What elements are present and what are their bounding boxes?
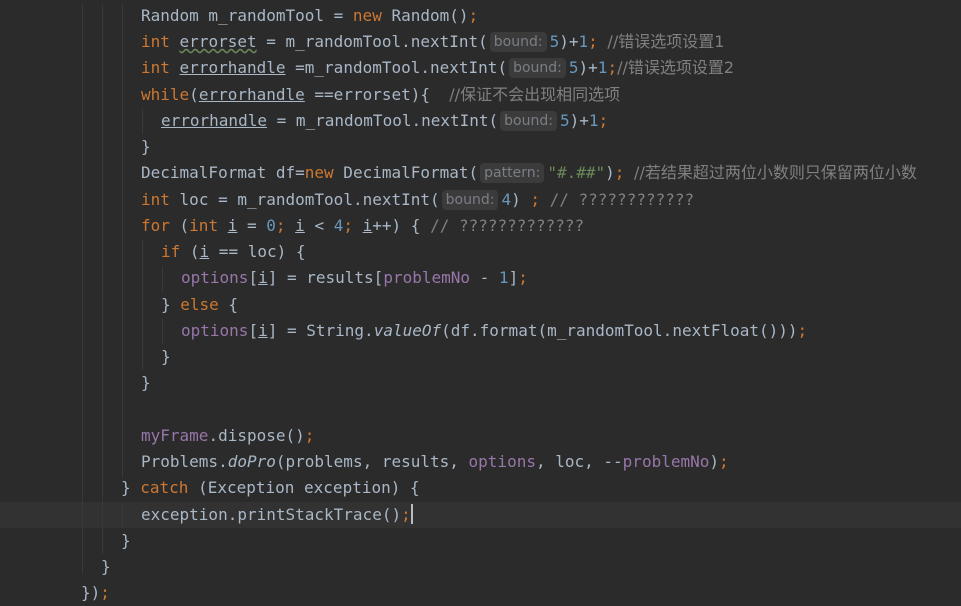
code-line[interactable]: DecimalFormat df=new DecimalFormat(patte… — [141, 160, 917, 186]
code-line[interactable]: } — [161, 344, 171, 370]
indent-guide — [162, 318, 163, 344]
code-line[interactable]: options[i] = results[problemNo - 1]; — [181, 265, 528, 291]
code-line[interactable]: } — [101, 554, 111, 580]
indent-guide — [122, 4, 123, 478]
code-line[interactable]: exception.printStackTrace(); — [141, 502, 413, 528]
parameter-hint: bound: — [441, 190, 499, 210]
code-line[interactable]: } else { — [161, 292, 238, 318]
code-line[interactable]: int errorset = m_randomTool.nextInt(boun… — [141, 29, 724, 55]
code-line[interactable]: errorhandle = m_randomTool.nextInt(bound… — [161, 108, 608, 134]
code-line[interactable]: while(errorhandle ==errorset){ //保证不会出现相… — [141, 82, 620, 108]
code-line[interactable]: Problems.doPro(problems, results, option… — [141, 449, 729, 475]
code-line[interactable]: } — [121, 528, 131, 554]
parameter-hint: bound: — [509, 58, 566, 78]
text-caret — [410, 504, 413, 524]
code-line[interactable]: } — [141, 370, 151, 396]
code-line[interactable]: } — [141, 134, 151, 160]
code-editor[interactable]: Random m_randomTool = new Random(); int … — [0, 0, 961, 605]
parameter-hint: bound: — [500, 111, 557, 131]
code-line[interactable]: options[i] = String.valueOf(df.format(m_… — [181, 318, 807, 344]
parameter-hint: bound: — [489, 32, 547, 52]
code-line[interactable]: if (i == loc) { — [161, 239, 306, 265]
parameter-hint: pattern: — [480, 163, 545, 183]
code-line[interactable]: } catch (Exception exception) { — [121, 475, 420, 501]
code-line[interactable]: myFrame.dispose(); — [141, 423, 314, 449]
indent-guide — [82, 4, 83, 574]
code-line[interactable]: Random m_randomTool = new Random(); — [141, 3, 478, 29]
code-line[interactable]: }); — [81, 580, 110, 606]
indent-guide — [162, 266, 163, 292]
indent-guide — [142, 240, 143, 370]
code-line[interactable]: for (int i = 0; i < 4; i++) { // ???????… — [141, 213, 584, 239]
indent-guide — [102, 4, 103, 554]
indent-guide — [142, 108, 143, 134]
indent-guide — [122, 502, 123, 528]
code-line[interactable]: int loc = m_randomTool.nextInt(bound: 4) … — [141, 187, 694, 213]
code-line[interactable]: int errorhandle =m_randomTool.nextInt(bo… — [141, 55, 734, 81]
